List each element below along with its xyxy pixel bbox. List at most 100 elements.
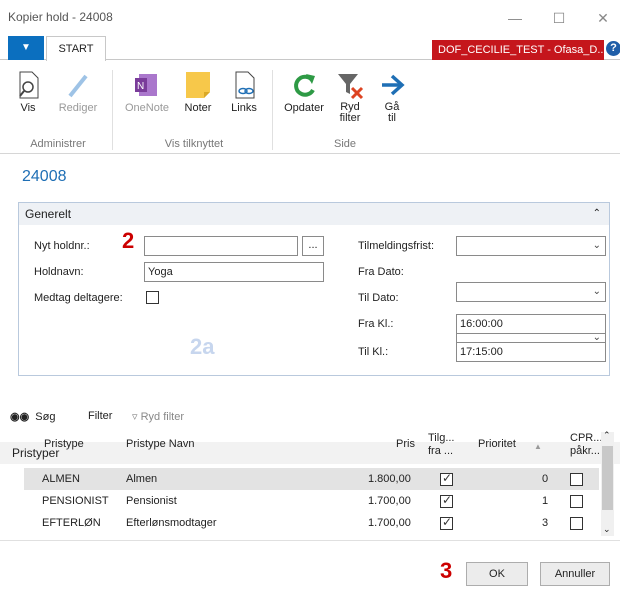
table-row[interactable]: ALMEN Almen 1.800,00 0 [24, 468, 599, 490]
cell-navn: Almen [126, 473, 158, 485]
holdnavn-label: Holdnavn: [34, 266, 84, 278]
dropdown-arrow-icon: ▼ [21, 42, 31, 53]
fra-dato-label: Fra Dato: [358, 266, 404, 278]
noter-label: Noter [184, 102, 212, 114]
annuller-button[interactable]: Annuller [540, 562, 610, 586]
column-header-tilg[interactable]: Tilg... fra ... [428, 432, 455, 458]
generelt-title: Generelt [25, 207, 72, 221]
cpr-checkbox[interactable] [570, 473, 583, 486]
ryd-filter-button[interactable]: Ryd filter [332, 70, 368, 124]
medtag-deltagere-checkbox[interactable] [146, 291, 159, 304]
ryd-filter-small-button[interactable]: ▿ Ryd filter [132, 410, 184, 423]
column-header-cpr[interactable]: CPR... påkr... [570, 432, 602, 458]
note-icon [184, 70, 212, 100]
company-badge[interactable]: DOF_CECILIE_TEST - Ofasa_D... [432, 40, 604, 60]
pencil-icon [64, 70, 92, 100]
links-label: Links [231, 102, 257, 114]
arrow-right-icon [378, 70, 406, 100]
refresh-icon [290, 70, 318, 100]
cell-navn: Pensionist [126, 495, 177, 507]
sort-ascending-icon: ▲ [534, 442, 542, 451]
til-kl-input[interactable]: 17:15:00 [456, 342, 606, 362]
pristyper-header[interactable]: Pristyper ⌃ [0, 442, 620, 464]
tilg-checkbox[interactable] [440, 493, 453, 508]
clear-filter-icon: ▿ [132, 411, 138, 423]
medtag-deltagere-label: Medtag deltagere: [34, 292, 123, 304]
rediger-button[interactable]: Rediger [52, 70, 104, 114]
noter-button[interactable]: Noter [178, 70, 218, 114]
table-row[interactable]: EFTERLØN Efterlønsmodtager 1.700,00 3 [24, 512, 599, 534]
annotation-2a: 2a [190, 334, 215, 359]
tilg-checkbox[interactable] [440, 515, 453, 530]
cpr-checkbox[interactable] [570, 517, 583, 530]
gaa-til-label-2: til [388, 112, 396, 124]
tilmeldingsfrist-dropdown[interactable]: ⌄ [456, 236, 606, 256]
ryd-filter-label-2: filter [339, 112, 361, 124]
onenote-button[interactable]: N OneNote [120, 70, 174, 114]
ribbon-divider [272, 70, 273, 150]
soeg-button[interactable]: ◉◉ Søg [10, 410, 55, 423]
cell-pristype: EFTERLØN [42, 517, 101, 529]
minimize-button[interactable]: — [500, 6, 530, 30]
tilg-header-line1: Tilg... [428, 432, 455, 444]
cell-pristype: ALMEN [42, 473, 80, 485]
opdater-button[interactable]: Opdater [280, 70, 328, 114]
page-title: 24008 [22, 168, 67, 185]
tilg-checkbox[interactable] [440, 471, 453, 486]
tab-start[interactable]: START [46, 36, 106, 61]
opdater-label: Opdater [284, 102, 324, 114]
cell-pris: 1.800,00 [368, 473, 411, 485]
onenote-icon: N [133, 70, 161, 100]
nyt-holdnr-label: Nyt holdnr.: [34, 240, 90, 252]
column-header-prioritet[interactable]: Prioritet [478, 438, 516, 450]
chevron-down-icon: ⌄ [592, 240, 601, 251]
group-administrer: Administrer [30, 138, 86, 150]
help-icon[interactable]: ? [606, 41, 620, 56]
cell-prioritet: 3 [542, 517, 549, 529]
filter-button[interactable]: Filter [88, 410, 112, 422]
footer-divider [0, 540, 620, 541]
onenote-label: OneNote [124, 102, 170, 114]
ryd-filter-small-label: Ryd filter [140, 411, 184, 423]
file-menu-button[interactable]: ▼ [8, 36, 44, 60]
cpr-header-line1: CPR... [570, 432, 603, 444]
annotation-3: 3 [440, 558, 453, 583]
svg-text:N: N [137, 81, 144, 92]
ribbon-divider [112, 70, 113, 150]
cpr-checkbox[interactable] [570, 495, 583, 508]
column-header-navn[interactable]: Pristype Navn [126, 438, 194, 450]
vis-button[interactable]: Vis [10, 70, 46, 114]
cell-prioritet: 1 [542, 495, 549, 507]
scrollbar-thumb[interactable] [602, 446, 613, 510]
holdnavn-input[interactable]: Yoga [144, 262, 324, 282]
til-kl-label: Til Kl.: [358, 346, 389, 358]
table-row[interactable]: PENSIONIST Pensionist 1.700,00 1 [24, 490, 599, 512]
scroll-up-icon[interactable]: ⌃ [603, 430, 611, 441]
fra-kl-input[interactable]: 16:00:00 [456, 314, 606, 334]
rediger-label: Rediger [58, 102, 98, 114]
fra-dato-dropdown[interactable]: ⌄ [456, 282, 606, 302]
cell-pris: 1.700,00 [368, 495, 411, 507]
links-button[interactable]: Links [224, 70, 264, 114]
lookup-button[interactable]: ... [302, 236, 324, 256]
soeg-label: Søg [35, 411, 56, 423]
generelt-header[interactable]: Generelt ⌃ [19, 203, 609, 225]
til-dato-label: Til Dato: [358, 292, 399, 304]
binoculars-icon: ◉◉ [10, 411, 30, 423]
gaa-til-button[interactable]: Gå til [376, 70, 408, 124]
nyt-holdnr-input[interactable] [144, 236, 298, 256]
tilmeldingsfrist-label: Tilmeldingsfrist: [358, 240, 434, 252]
fra-kl-label: Fra Kl.: [358, 318, 394, 330]
collapse-icon[interactable]: ⌃ [593, 203, 601, 225]
ok-button[interactable]: OK [466, 562, 528, 586]
tilg-header-line2: fra ... [428, 445, 454, 457]
column-header-pristype[interactable]: Pristype [44, 438, 84, 450]
group-vis-tilknyttet: Vis tilknyttet [164, 138, 224, 150]
scroll-down-icon[interactable]: ⌄ [603, 524, 611, 535]
cell-pristype: PENSIONIST [42, 495, 109, 507]
annotation-2: 2 [122, 228, 135, 253]
maximize-button[interactable]: ☐ [544, 6, 574, 30]
cell-prioritet: 0 [542, 473, 549, 485]
column-header-pris[interactable]: Pris [396, 438, 415, 450]
close-button[interactable]: ✕ [588, 6, 618, 30]
